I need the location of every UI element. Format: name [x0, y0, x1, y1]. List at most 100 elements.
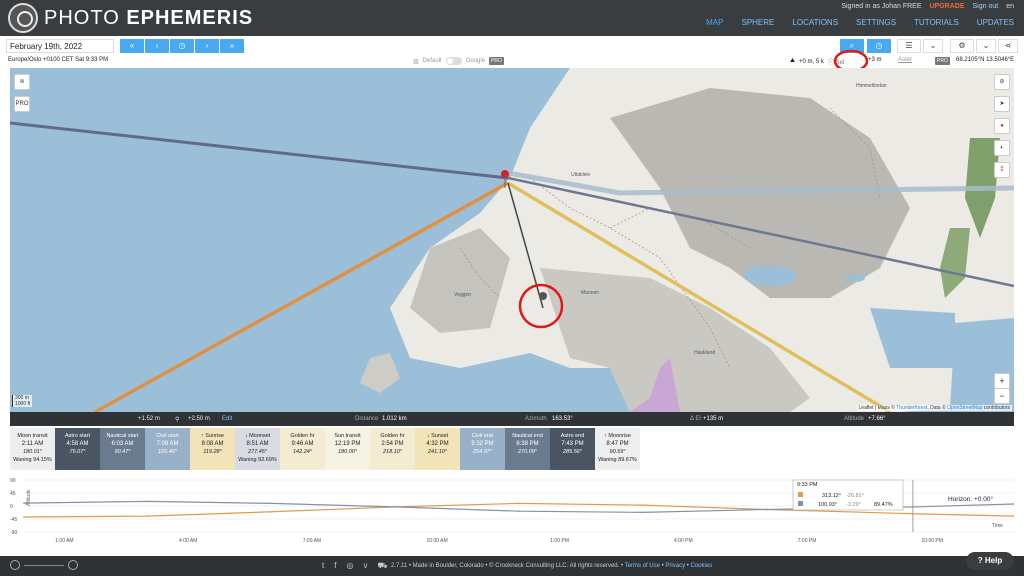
event-12[interactable]: Astro end 7:43 PM 285.56° — [550, 428, 595, 470]
now-button[interactable]: ◷ — [170, 39, 194, 53]
event-deg: 180.01° — [22, 449, 43, 455]
event-extra: Waning 92.69% — [238, 457, 277, 463]
place-mannen: Mannen — [581, 290, 600, 296]
event-name: Nautical start — [106, 433, 139, 439]
vimeo-icon[interactable]: v — [363, 561, 367, 571]
event-13[interactable]: ↑ Moonrise 8:47 PM 90.59° Waning 89.67% — [595, 428, 640, 470]
layers-icon[interactable]: ≋ — [14, 74, 30, 90]
event-11[interactable]: Nautical end 6:38 PM 270.09° — [505, 428, 550, 470]
distance-value: 1.012 km — [382, 416, 407, 422]
time-slider-mini[interactable] — [10, 560, 130, 570]
cart-icon[interactable]: ⛟ — [377, 561, 387, 571]
event-name: Civil start — [156, 433, 179, 439]
nav-sphere[interactable]: SPHERE — [741, 18, 774, 27]
event-extra: Waning 89.67% — [598, 457, 637, 463]
event-10[interactable]: Civil end 5:32 PM 254.97° — [460, 428, 505, 470]
event-1[interactable]: Astro start 4:58 AM 75.07° — [55, 428, 100, 470]
x-tick-label: 7:00 AM — [303, 538, 321, 544]
cookies-link[interactable]: Cookies — [691, 563, 713, 569]
brand: PHOTO EPHEMERIS — [44, 7, 254, 29]
logo-icon — [8, 3, 38, 33]
twitter-icon[interactable]: t — [322, 561, 324, 571]
gear-icon[interactable]: ⚙ — [950, 39, 974, 53]
red-pin-icon[interactable]: ● — [994, 118, 1010, 134]
locate-icon[interactable]: ➤ — [994, 96, 1010, 112]
event-time: 9:46 AM — [291, 441, 314, 447]
aster-link[interactable]: Aster — [898, 57, 912, 63]
main-nav: MAP SPHERE LOCATIONS SETTINGS TUTORIALS … — [706, 18, 1014, 27]
nav-settings[interactable]: SETTINGS — [856, 18, 896, 27]
event-4[interactable]: ↑ Sunrise 8:08 AM 119.28° — [190, 428, 235, 470]
event-2[interactable]: Nautical start 6:03 AM 90.47° — [100, 428, 145, 470]
series-point-1 — [765, 508, 768, 511]
clock-button[interactable]: ◷ — [867, 39, 891, 53]
clear-icon[interactable]: ⊘ — [994, 74, 1010, 90]
timezone-label: Europe/Oslo +0100 CET Sat 9:33 PM — [8, 57, 109, 63]
zoom-in-button[interactable]: + — [994, 373, 1010, 389]
event-3[interactable]: Civil start 7:08 AM 105.46° — [145, 428, 190, 470]
share-icon[interactable]: ⋖ — [998, 39, 1018, 53]
help-button[interactable]: ? Help — [966, 552, 1014, 570]
altitude-label: Altitude — [844, 416, 865, 422]
zoom-out-button[interactable]: − — [994, 388, 1010, 404]
place-veggen: Veggen — [454, 292, 471, 298]
event-time: 8:08 AM — [201, 441, 224, 447]
pins-icon[interactable]: ⁑ — [994, 162, 1010, 178]
map-attribution: Leaflet | Maps © Thunderforest, Data © O… — [856, 405, 1012, 411]
y-tick-label: 90 — [10, 478, 16, 484]
event-deg: 241.10° — [427, 449, 448, 455]
series-point-0 — [23, 516, 25, 518]
place-haukland: Haukland — [694, 350, 716, 356]
event-time: 5:32 PM — [471, 441, 494, 447]
upgrade-link[interactable]: UPGRADE — [930, 3, 965, 10]
next-day-button[interactable]: » — [220, 39, 244, 53]
instagram-icon[interactable]: ◎ — [346, 561, 353, 571]
observer-icon: ⛰ — [790, 58, 796, 64]
x-tick-label: 7:00 PM — [798, 538, 817, 544]
series-point-1 — [270, 502, 273, 505]
azimuth-value: 163.53° — [552, 416, 573, 422]
footer: t f ◎ v ⛟ 2.7.11 • Made in Boulder, Colorado… — [0, 556, 1024, 576]
language-link[interactable]: en — [1006, 3, 1014, 10]
place-himmeltindan: Himmeltindan — [856, 83, 887, 89]
event-name: Moon transit — [17, 433, 48, 439]
tooltip-sun_alt: -26.81° — [846, 493, 864, 499]
style-switch[interactable] — [445, 57, 462, 65]
facebook-icon[interactable]: f — [334, 561, 336, 571]
sign-out-link[interactable]: Sign out — [973, 3, 999, 10]
event-6[interactable]: Golden hr 9:46 AM 142.24° — [280, 428, 325, 470]
privacy-link[interactable]: Privacy — [665, 563, 685, 569]
event-deg: 285.56° — [562, 449, 583, 455]
next-step-button[interactable]: › — [195, 39, 219, 53]
event-5[interactable]: ↓ Moonset 8:51 AM 277.45° Waning 92.69% — [235, 428, 280, 470]
event-time: 7:43 PM — [561, 441, 584, 447]
list-menu-button[interactable]: ☰ — [897, 39, 921, 53]
chevron-down-icon-2[interactable]: ⌄ — [976, 39, 996, 53]
y-tick-label: -45 — [10, 517, 17, 523]
prev-day-button[interactable]: « — [120, 39, 144, 53]
nav-locations[interactable]: LOCATIONS — [792, 18, 838, 27]
event-time: 6:03 AM — [111, 441, 134, 447]
layers-pro-button[interactable]: PRO — [14, 96, 30, 112]
event-7[interactable]: Sun transit 12:19 PM 180.00° — [325, 428, 370, 470]
event-8[interactable]: Golden hr 2:54 PM 218.10° — [370, 428, 415, 470]
edit-link[interactable]: Edit — [222, 416, 232, 422]
y-tick-label: -90 — [10, 530, 17, 536]
event-9[interactable]: ↓ Sunset 4:32 PM 241.10° — [415, 428, 460, 470]
grey-pin-icon[interactable]: ◐ — [994, 140, 1010, 156]
date-input[interactable]: February 19th, 2022 — [6, 39, 114, 53]
terms-link[interactable]: Terms of Use — [625, 563, 660, 569]
event-time: 6:38 PM — [516, 441, 539, 447]
y-tick-label: 45 — [10, 491, 16, 497]
series-point-0 — [146, 515, 149, 517]
nav-map[interactable]: MAP — [706, 18, 723, 27]
series-point-0 — [270, 510, 273, 513]
map-view[interactable]: Himmeltindan Uttakleiv Veggen Mannen Hau… — [10, 68, 1014, 412]
prev-step-button[interactable]: ‹ — [145, 39, 169, 53]
chevron-down-icon[interactable]: ⌄ — [923, 39, 943, 53]
event-0[interactable]: Moon transit 2:11 AM 180.01° Waning 94.15% — [10, 428, 55, 470]
tooltip-moon_az: 100.93° — [818, 502, 837, 508]
nav-tutorials[interactable]: TUTORIALS — [914, 18, 959, 27]
nav-updates[interactable]: UPDATES — [977, 18, 1014, 27]
events-strip: Moon transit 2:11 AM 180.01° Waning 94.15% A… — [10, 428, 640, 470]
